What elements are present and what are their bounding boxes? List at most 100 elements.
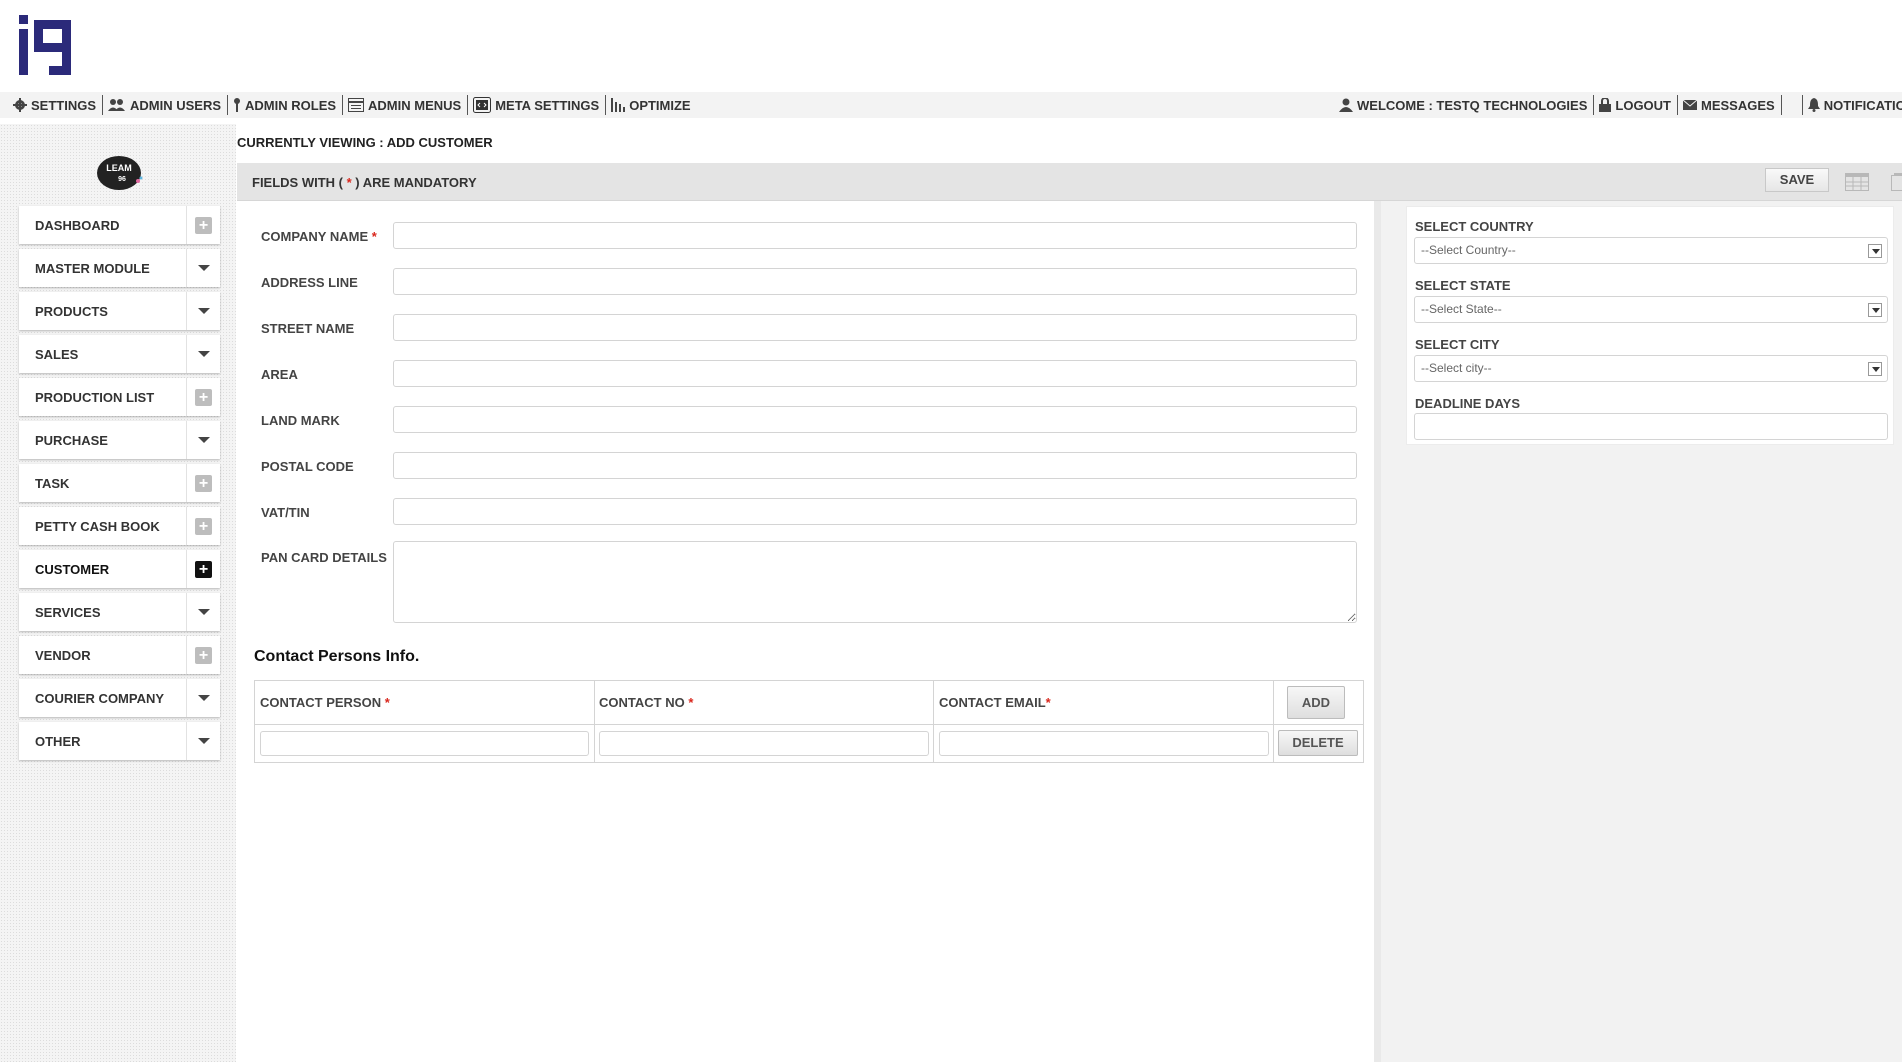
nav-meta-settings-label: META SETTINGS xyxy=(495,97,600,113)
sidebar-item-other[interactable]: OTHER xyxy=(19,722,220,760)
nav-optimize[interactable]: OPTIMIZE xyxy=(606,95,696,115)
state-select[interactable]: --Select State-- xyxy=(1414,296,1888,323)
brand-logo: LEAM 96 xyxy=(97,156,143,190)
add-contact-button[interactable]: ADD xyxy=(1287,686,1345,719)
caret-down-icon xyxy=(197,308,210,314)
sidebar-item-courier-company[interactable]: COURIER COMPANY xyxy=(19,679,220,717)
dropdown-button[interactable] xyxy=(186,722,220,760)
nav-welcome-label: WELCOME : TESTQ TECHNOLOGIES xyxy=(1357,97,1588,113)
save-button[interactable]: SAVE xyxy=(1765,168,1829,192)
dropdown-button[interactable] xyxy=(186,679,220,717)
sidebar-item-services[interactable]: SERVICES xyxy=(19,593,220,631)
sidebar-item-sales[interactable]: SALES xyxy=(19,335,220,373)
currently-viewing: CURRENTLY VIEWING : ADD CUSTOMER xyxy=(237,135,493,150)
area-input[interactable] xyxy=(393,360,1357,387)
sidebar-item-customer[interactable]: CUSTOMER + xyxy=(19,550,220,588)
nav-messages-label: MESSAGES xyxy=(1701,97,1775,113)
caret-down-icon xyxy=(197,609,210,615)
nav-welcome[interactable]: WELCOME : TESTQ TECHNOLOGIES xyxy=(1334,95,1595,115)
expand-button[interactable]: + xyxy=(186,636,220,674)
contact-persons-table: CONTACT PERSON * CONTACT NO * CONTACT EM… xyxy=(254,680,1364,763)
expand-button[interactable]: + xyxy=(186,550,220,588)
dropdown-button[interactable] xyxy=(186,335,220,373)
sidebar-item-label: SERVICES xyxy=(35,604,101,620)
contact-email-header-text: CONTACT EMAIL xyxy=(939,695,1046,710)
company-logo[interactable] xyxy=(19,15,71,75)
mandatory-suffix: ) ARE MANDATORY xyxy=(351,175,477,190)
nav-admin-menus[interactable]: ADMIN MENUS xyxy=(343,95,469,115)
dropdown-button[interactable] xyxy=(186,421,220,459)
sidebar-item-master-module[interactable]: MASTER MODULE xyxy=(19,249,220,287)
plus-icon: + xyxy=(195,388,212,406)
state-select-value: --Select State-- xyxy=(1421,302,1502,316)
required-star: * xyxy=(688,695,694,710)
dropdown-arrow-icon xyxy=(1868,303,1882,317)
sidebar-item-label: MASTER MODULE xyxy=(35,260,150,276)
dropdown-arrow-icon xyxy=(1868,362,1882,376)
nav-messages[interactable]: MESSAGES xyxy=(1678,95,1782,115)
nav-meta-settings[interactable]: META SETTINGS xyxy=(468,95,607,115)
sidebar-item-petty-cash-book[interactable]: PETTY CASH BOOK + xyxy=(19,507,220,545)
list-view-icon[interactable] xyxy=(1891,173,1902,191)
form-toolbar: FIELDS WITH ( * ) ARE MANDATORY SAVE xyxy=(237,163,1902,201)
location-panel: SELECT COUNTRY --Select Country-- SELECT… xyxy=(1406,206,1894,445)
sidebar-item-label: PETTY CASH BOOK xyxy=(35,518,160,534)
sidebar-item-production-list[interactable]: PRODUCTION LIST + xyxy=(19,378,220,416)
plus-icon: + xyxy=(195,646,212,664)
deadline-days-input[interactable] xyxy=(1414,413,1888,440)
nav-optimize-label: OPTIMIZE xyxy=(629,97,691,113)
dropdown-button[interactable] xyxy=(186,292,220,330)
expand-button[interactable]: + xyxy=(186,464,220,502)
land-mark-input[interactable] xyxy=(393,406,1357,433)
dropdown-button[interactable] xyxy=(186,249,220,287)
expand-button[interactable]: + xyxy=(186,378,220,416)
dropdown-arrow-icon xyxy=(1868,244,1882,258)
country-select[interactable]: --Select Country-- xyxy=(1414,237,1888,264)
users-icon xyxy=(108,99,126,111)
required-star: * xyxy=(384,695,390,710)
user-nav: WELCOME : TESTQ TECHNOLOGIES LOGOUT MESS… xyxy=(1334,95,1902,115)
logo-bar xyxy=(0,0,1902,92)
postal-code-label: POSTAL CODE xyxy=(261,459,354,474)
delete-contact-button[interactable]: DELETE xyxy=(1278,730,1358,756)
vat-tin-input[interactable] xyxy=(393,498,1357,525)
city-select[interactable]: --Select city-- xyxy=(1414,355,1888,382)
nav-settings[interactable]: SETTINGS xyxy=(8,95,104,115)
company-name-label-text: COMPANY NAME xyxy=(261,229,369,244)
code-icon xyxy=(473,97,492,113)
expand-button[interactable]: + xyxy=(186,507,220,545)
expand-button[interactable]: + xyxy=(186,206,220,244)
contact-person-header-text: CONTACT PERSON xyxy=(260,695,382,710)
contact-email-header: CONTACT EMAIL* xyxy=(939,695,1051,710)
company-name-label: COMPANY NAME * xyxy=(261,229,377,244)
sidebar-item-task[interactable]: TASK + xyxy=(19,464,220,502)
bars-icon xyxy=(611,98,626,112)
contact-email-input[interactable] xyxy=(939,731,1269,756)
contact-no-input[interactable] xyxy=(599,731,929,756)
sidebar-item-label: TASK xyxy=(35,475,70,491)
nav-notification[interactable]: NOTIFICATION 1 xyxy=(1801,95,1902,115)
sidebar-item-vendor[interactable]: VENDOR + xyxy=(19,636,220,674)
sidebar-item-dashboard[interactable]: DASHBOARD + xyxy=(19,206,220,244)
company-name-input[interactable] xyxy=(393,222,1357,249)
menu-icon xyxy=(348,98,365,112)
nav-admin-users[interactable]: ADMIN USERS xyxy=(103,95,229,115)
bell-icon xyxy=(1807,98,1820,112)
sidebar-menu: DASHBOARD + MASTER MODULE PRODUCTS SALES… xyxy=(19,206,220,765)
nav-logout[interactable]: LOGOUT xyxy=(1594,95,1678,115)
sidebar-item-purchase[interactable]: PURCHASE xyxy=(19,421,220,459)
contact-no-header: CONTACT NO * xyxy=(599,695,693,710)
dropdown-button[interactable] xyxy=(186,593,220,631)
nav-admin-roles[interactable]: ADMIN ROLES xyxy=(228,95,344,115)
plus-icon: + xyxy=(195,474,212,492)
contact-person-input[interactable] xyxy=(260,731,589,756)
street-name-input[interactable] xyxy=(393,314,1357,341)
grid-view-icon[interactable] xyxy=(1845,173,1869,191)
caret-down-icon xyxy=(197,695,210,701)
contact-person-header: CONTACT PERSON * xyxy=(260,695,390,710)
postal-code-input[interactable] xyxy=(393,452,1357,479)
nav-admin-menus-label: ADMIN MENUS xyxy=(368,97,462,113)
sidebar-item-products[interactable]: PRODUCTS xyxy=(19,292,220,330)
pan-card-textarea[interactable] xyxy=(393,541,1357,623)
address-line-input[interactable] xyxy=(393,268,1357,295)
